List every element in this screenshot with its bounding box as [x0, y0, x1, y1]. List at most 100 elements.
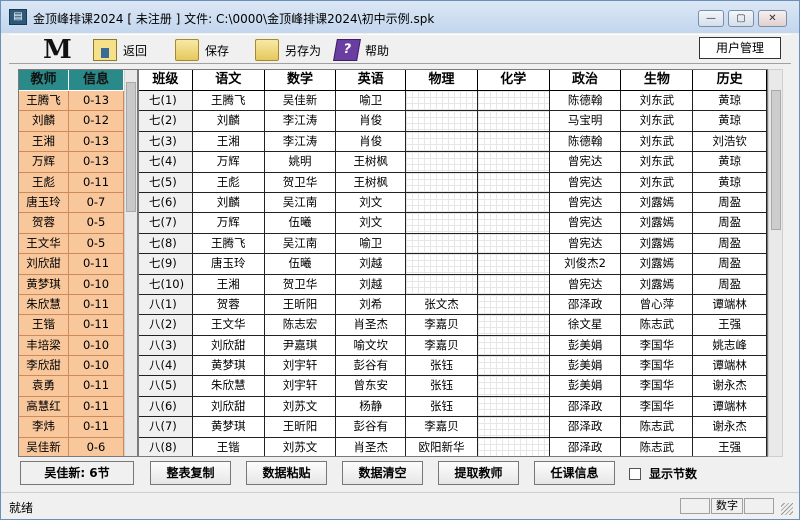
teacher-cell[interactable]: 彭谷有 [336, 356, 407, 377]
teacher-cell[interactable]: 谭端林 [693, 294, 767, 316]
teacher-row[interactable]: 刘麟 0-12 [19, 111, 137, 132]
teacher-cell[interactable] [406, 131, 478, 153]
teacher-cell[interactable] [406, 111, 478, 132]
extract-teachers-button[interactable]: 提取教师 [438, 461, 519, 485]
teacher-cell[interactable]: 刘越 [336, 274, 407, 295]
teacher-cell[interactable] [477, 335, 550, 357]
teacher-cell[interactable]: 彭美娟 [549, 356, 622, 377]
teacher-row[interactable]: 朱欣慧 0-11 [19, 294, 137, 316]
teacher-cell[interactable]: 曾宪达 [549, 274, 622, 295]
teacher-cell[interactable]: 刘东武 [621, 91, 694, 112]
back-button[interactable]: 返回 [93, 38, 147, 62]
teacher-cell[interactable]: 刘文 [336, 192, 407, 214]
teacher-cell[interactable]: 陈德翰 [549, 91, 622, 112]
class-cell[interactable]: 八(8) [139, 437, 193, 456]
teacher-cell[interactable]: 周盈 [693, 213, 767, 234]
teacher-cell[interactable] [406, 233, 478, 255]
teacher-cell[interactable]: 李嘉贝 [406, 417, 478, 438]
teacher-cell[interactable]: 张钰 [406, 396, 478, 418]
show-periods-toggle[interactable]: 显示节数 [629, 465, 697, 482]
teacher-row[interactable]: 王彪 0-11 [19, 172, 137, 193]
class-cell[interactable]: 七(9) [139, 254, 193, 275]
teacher-cell[interactable] [477, 111, 550, 132]
teacher-name[interactable]: 朱欣慧 [19, 294, 69, 316]
teacher-cell[interactable]: 曾心萍 [621, 294, 694, 316]
teacher-cell[interactable]: 贺卫华 [264, 274, 337, 295]
grid-col-header[interactable]: 历史 [693, 70, 767, 90]
teacher-cell[interactable]: 邵泽政 [550, 437, 622, 456]
class-cell[interactable]: 七(1) [139, 91, 193, 112]
teacher-cell[interactable]: 周盈 [693, 192, 767, 214]
teacher-cell[interactable]: 喻卫 [336, 91, 407, 112]
teacher-row[interactable]: 高慧红 0-11 [19, 396, 137, 418]
teacher-name[interactable]: 刘麟 [19, 111, 69, 132]
teacher-cell[interactable]: 曾宪达 [549, 152, 622, 173]
teacher-cell[interactable]: 吴江南 [264, 192, 337, 214]
teacher-name[interactable]: 王锴 [19, 315, 69, 336]
grid-col-header[interactable]: 班级 [139, 70, 193, 90]
teacher-cell[interactable]: 刘越 [336, 254, 407, 275]
teacher-row[interactable]: 王锴 0-11 [19, 315, 137, 336]
teacher-cell[interactable]: 唐玉玲 [192, 254, 265, 275]
class-cell[interactable]: 八(7) [139, 417, 193, 438]
teacher-cell[interactable]: 黄梦琪 [192, 356, 265, 377]
class-cell[interactable]: 七(8) [139, 233, 193, 255]
teacher-cell[interactable]: 陈志武 [621, 315, 694, 336]
teacher-cell[interactable] [406, 91, 478, 112]
teacher-cell[interactable] [477, 315, 550, 336]
teacher-row[interactable]: 黄梦琪 0-10 [19, 274, 137, 295]
teacher-info[interactable]: 0-7 [69, 192, 124, 214]
teacher-cell[interactable]: 刘露嫣 [621, 233, 694, 255]
teacher-info[interactable]: 0-11 [69, 396, 124, 418]
teacher-cell[interactable]: 伍曦 [264, 213, 337, 234]
teacher-cell[interactable]: 姚志峰 [693, 335, 767, 357]
close-button[interactable]: ✕ [758, 10, 787, 27]
teacher-cell[interactable]: 刘露嫣 [621, 213, 694, 234]
teacher-cell[interactable]: 彭谷有 [336, 417, 407, 438]
teacher-cell[interactable]: 徐文星 [549, 315, 622, 336]
teacher-name[interactable]: 丰培梁 [19, 335, 69, 357]
teacher-cell[interactable] [477, 274, 550, 295]
teacher-name[interactable]: 高慧红 [19, 396, 69, 418]
teacher-name[interactable]: 吴佳新 [19, 437, 69, 456]
save-button[interactable]: 保存 [175, 38, 229, 62]
teacher-cell[interactable] [477, 356, 550, 377]
teacher-cell[interactable]: 陈志武 [621, 437, 694, 456]
class-cell[interactable]: 七(3) [139, 131, 193, 153]
teacher-row[interactable]: 丰培梁 0-10 [19, 335, 137, 357]
teacher-cell[interactable]: 杨静 [336, 396, 407, 418]
class-cell[interactable]: 八(1) [139, 294, 193, 316]
teacher-cell[interactable]: 王锴 [193, 437, 265, 456]
teacher-cell[interactable]: 周盈 [693, 233, 767, 255]
teacher-col-header[interactable]: 教师 [19, 70, 69, 91]
teacher-cell[interactable]: 刘文 [336, 213, 407, 234]
teacher-cell[interactable]: 肖俊 [336, 111, 407, 132]
teacher-cell[interactable] [477, 91, 550, 112]
teacher-cell[interactable] [477, 437, 550, 456]
class-cell[interactable]: 八(4) [139, 356, 193, 377]
teacher-cell[interactable]: 肖俊 [336, 131, 407, 153]
teacher-cell[interactable] [477, 396, 550, 418]
teacher-name[interactable]: 万辉 [19, 152, 69, 173]
teacher-cell[interactable]: 李嘉贝 [406, 335, 478, 357]
teacher-cell[interactable]: 谭端林 [693, 356, 767, 377]
teacher-cell[interactable]: 刘欣甜 [192, 396, 265, 418]
teacher-cell[interactable]: 刘苏文 [265, 437, 337, 456]
teacher-info[interactable]: 0-10 [69, 356, 124, 377]
teacher-cell[interactable]: 曾东安 [336, 376, 407, 397]
teacher-name[interactable]: 袁勇 [19, 376, 69, 397]
teacher-row[interactable]: 唐玉玲 0-7 [19, 192, 137, 214]
teacher-info[interactable]: 0-11 [69, 294, 124, 316]
teacher-cell[interactable]: 王昕阳 [264, 294, 337, 316]
teacher-cell[interactable]: 肖圣杰 [336, 315, 407, 336]
teacher-info[interactable]: 0-5 [69, 213, 124, 234]
teacher-info[interactable]: 0-6 [69, 437, 124, 456]
teacher-cell[interactable] [477, 152, 550, 173]
teacher-row[interactable]: 王腾飞 0-13 [19, 91, 137, 112]
teacher-cell[interactable]: 刘东武 [621, 131, 694, 153]
teacher-cell[interactable] [477, 213, 550, 234]
teacher-cell[interactable]: 黄梦琪 [192, 417, 265, 438]
teacher-row[interactable]: 袁勇 0-11 [19, 376, 137, 397]
teacher-cell[interactable]: 曾宪达 [549, 213, 622, 234]
teacher-info[interactable]: 0-10 [69, 335, 124, 357]
